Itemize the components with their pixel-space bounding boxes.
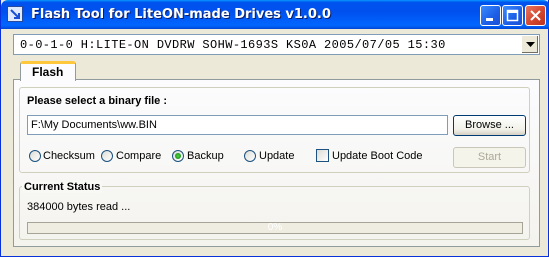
window-title: Flash Tool for LiteON-made Drives v1.0.0 (31, 7, 331, 22)
maximize-icon (506, 9, 519, 22)
app-icon[interactable] (7, 6, 23, 22)
tab-flash[interactable]: Flash (20, 61, 76, 81)
maximize-button[interactable] (502, 5, 523, 26)
dropdown-button[interactable] (521, 36, 538, 53)
update-boot-code-checkbox[interactable] (316, 149, 329, 162)
file-path-value: F:\My Documents\ww.BIN (31, 119, 157, 131)
start-button-label: Start (477, 151, 502, 163)
minimize-button[interactable] (480, 5, 501, 26)
device-dropdown[interactable]: 0-0-1-0 H:LITE-ON DVDRW SOHW-1693S KS0A … (13, 34, 540, 55)
radio-checksum[interactable] (29, 150, 41, 162)
minimize-icon (486, 18, 493, 21)
progress-bar: 0% (27, 222, 523, 234)
radio-update-label[interactable]: Update (259, 150, 294, 162)
browse-button[interactable]: Browse ... (453, 115, 526, 136)
chevron-down-icon (526, 42, 535, 47)
tab-flash-label: Flash (32, 65, 64, 79)
radio-checksum-label[interactable]: Checksum (43, 150, 95, 162)
radio-backup[interactable] (172, 150, 184, 162)
progress-text: 0% (267, 222, 283, 233)
close-button[interactable] (525, 5, 546, 26)
radio-compare-label[interactable]: Compare (116, 150, 161, 162)
radio-update[interactable] (244, 150, 256, 162)
status-group-label: Current Status (22, 181, 103, 193)
title-bar[interactable]: Flash Tool for LiteON-made Drives v1.0.0 (1, 0, 549, 29)
status-message: 384000 bytes read ... (27, 201, 131, 213)
file-select-label: Please select a binary file : (27, 95, 168, 107)
file-path-input[interactable]: F:\My Documents\ww.BIN (27, 115, 448, 135)
main-window: Flash Tool for LiteON-made Drives v1.0.0… (0, 0, 549, 257)
browse-button-label: Browse ... (465, 119, 514, 131)
close-icon (530, 10, 541, 21)
radio-backup-label[interactable]: Backup (187, 150, 224, 162)
start-button[interactable]: Start (453, 147, 526, 168)
device-selected-value: 0-0-1-0 H:LITE-ON DVDRW SOHW-1693S KS0A … (20, 38, 446, 52)
update-boot-code-label[interactable]: Update Boot Code (332, 150, 423, 162)
radio-compare[interactable] (101, 150, 113, 162)
